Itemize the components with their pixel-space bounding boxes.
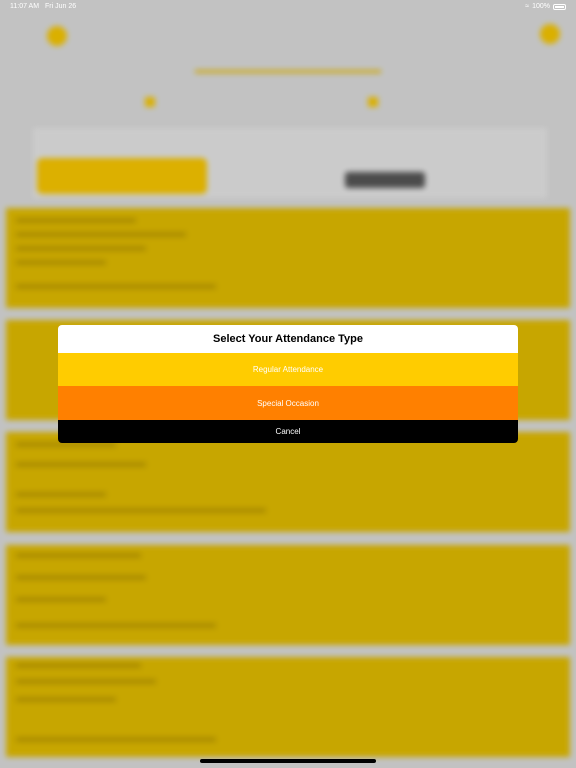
attendance-type-dialog: Select Your Attendance Type Regular Atte… bbox=[58, 325, 518, 443]
status-bar: 11:07 AM Fri Jun 26 ≈ 100% bbox=[0, 0, 576, 14]
status-right: ≈ 100% bbox=[525, 3, 566, 10]
battery-icon bbox=[553, 3, 566, 10]
wifi-icon: ≈ bbox=[525, 3, 530, 10]
status-time: 11:07 AM bbox=[10, 3, 40, 10]
dialog-title: Select Your Attendance Type bbox=[58, 325, 518, 353]
regular-attendance-button[interactable]: Regular Attendance bbox=[58, 353, 518, 386]
special-occasion-button[interactable]: Special Occasion bbox=[58, 386, 518, 420]
battery-percent: 100% bbox=[532, 3, 550, 10]
status-date: Fri Jun 26 bbox=[45, 3, 77, 10]
home-indicator[interactable] bbox=[200, 759, 376, 763]
cancel-button[interactable]: Cancel bbox=[58, 420, 518, 443]
